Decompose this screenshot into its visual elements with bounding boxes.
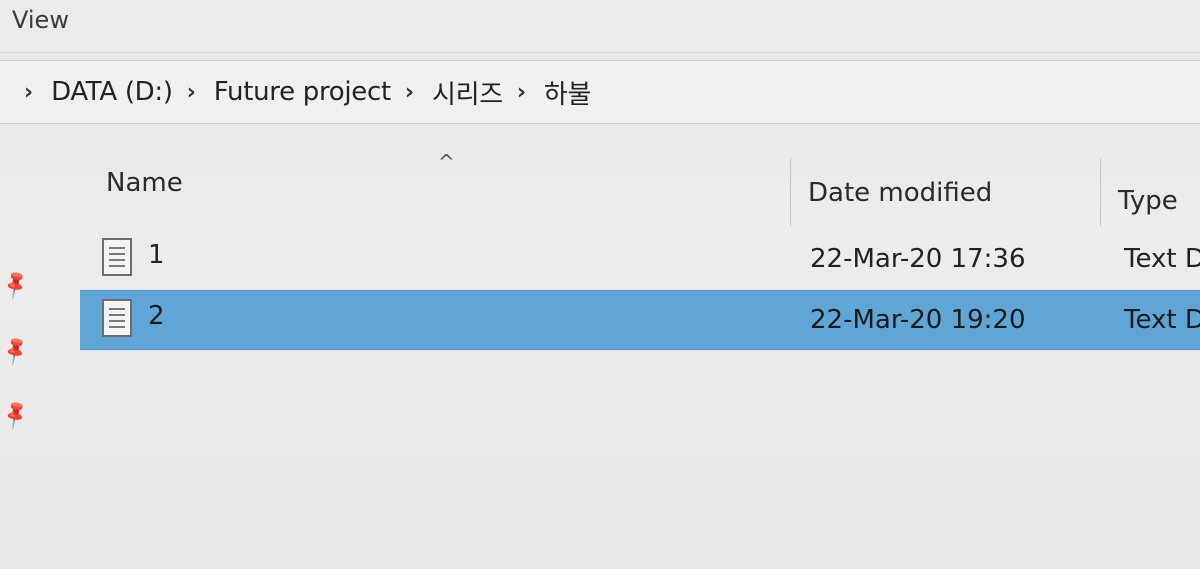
address-bar[interactable]: › DATA (D:) › Future project › 시리즈 › 하불 — [0, 60, 1200, 124]
chevron-right-icon[interactable]: › — [187, 80, 196, 105]
file-row[interactable]: 1 22-Mar-20 17:36 Text D — [80, 230, 1200, 288]
column-headers: ^ Name Date modified Type — [80, 150, 1200, 226]
file-date-modified: 22-Mar-20 19:20 — [810, 305, 1026, 335]
breadcrumb-future-project[interactable]: Future project — [214, 77, 391, 107]
file-name: 1 — [148, 240, 165, 270]
navigation-pane-strip: 📌 📌 📌 — [0, 150, 40, 569]
sort-ascending-icon: ^ — [438, 150, 455, 174]
column-header-type[interactable]: Type — [1118, 186, 1178, 216]
text-document-icon — [102, 299, 132, 337]
file-date-modified: 22-Mar-20 17:36 — [810, 244, 1026, 274]
breadcrumb-data-drive[interactable]: DATA (D:) — [51, 77, 173, 107]
column-header-name[interactable]: Name — [106, 168, 183, 198]
pin-icon[interactable]: 📌 — [0, 333, 32, 367]
file-explorer-window: View › DATA (D:) › Future project › 시리즈 … — [0, 0, 1200, 569]
pin-icon[interactable]: 📌 — [0, 397, 32, 431]
column-divider[interactable] — [790, 158, 791, 226]
pin-icon[interactable]: 📌 — [0, 267, 32, 301]
file-row-selected[interactable]: 2 22-Mar-20 19:20 Text D — [80, 290, 1200, 350]
chevron-right-icon[interactable]: › — [517, 80, 526, 105]
file-type: Text D — [1124, 305, 1200, 335]
chevron-right-icon[interactable]: › — [405, 80, 414, 105]
ribbon-tab-bar: View — [0, 0, 1200, 53]
chevron-right-icon[interactable]: › — [24, 80, 33, 105]
column-divider[interactable] — [1100, 158, 1101, 226]
breadcrumb-current-folder[interactable]: 하불 — [544, 74, 592, 111]
text-document-icon — [102, 238, 132, 276]
column-header-date-modified[interactable]: Date modified — [808, 178, 992, 208]
tab-view[interactable]: View — [12, 6, 69, 34]
breadcrumb-series[interactable]: 시리즈 — [432, 74, 503, 111]
file-name: 2 — [148, 301, 165, 331]
file-type: Text D — [1124, 244, 1200, 274]
